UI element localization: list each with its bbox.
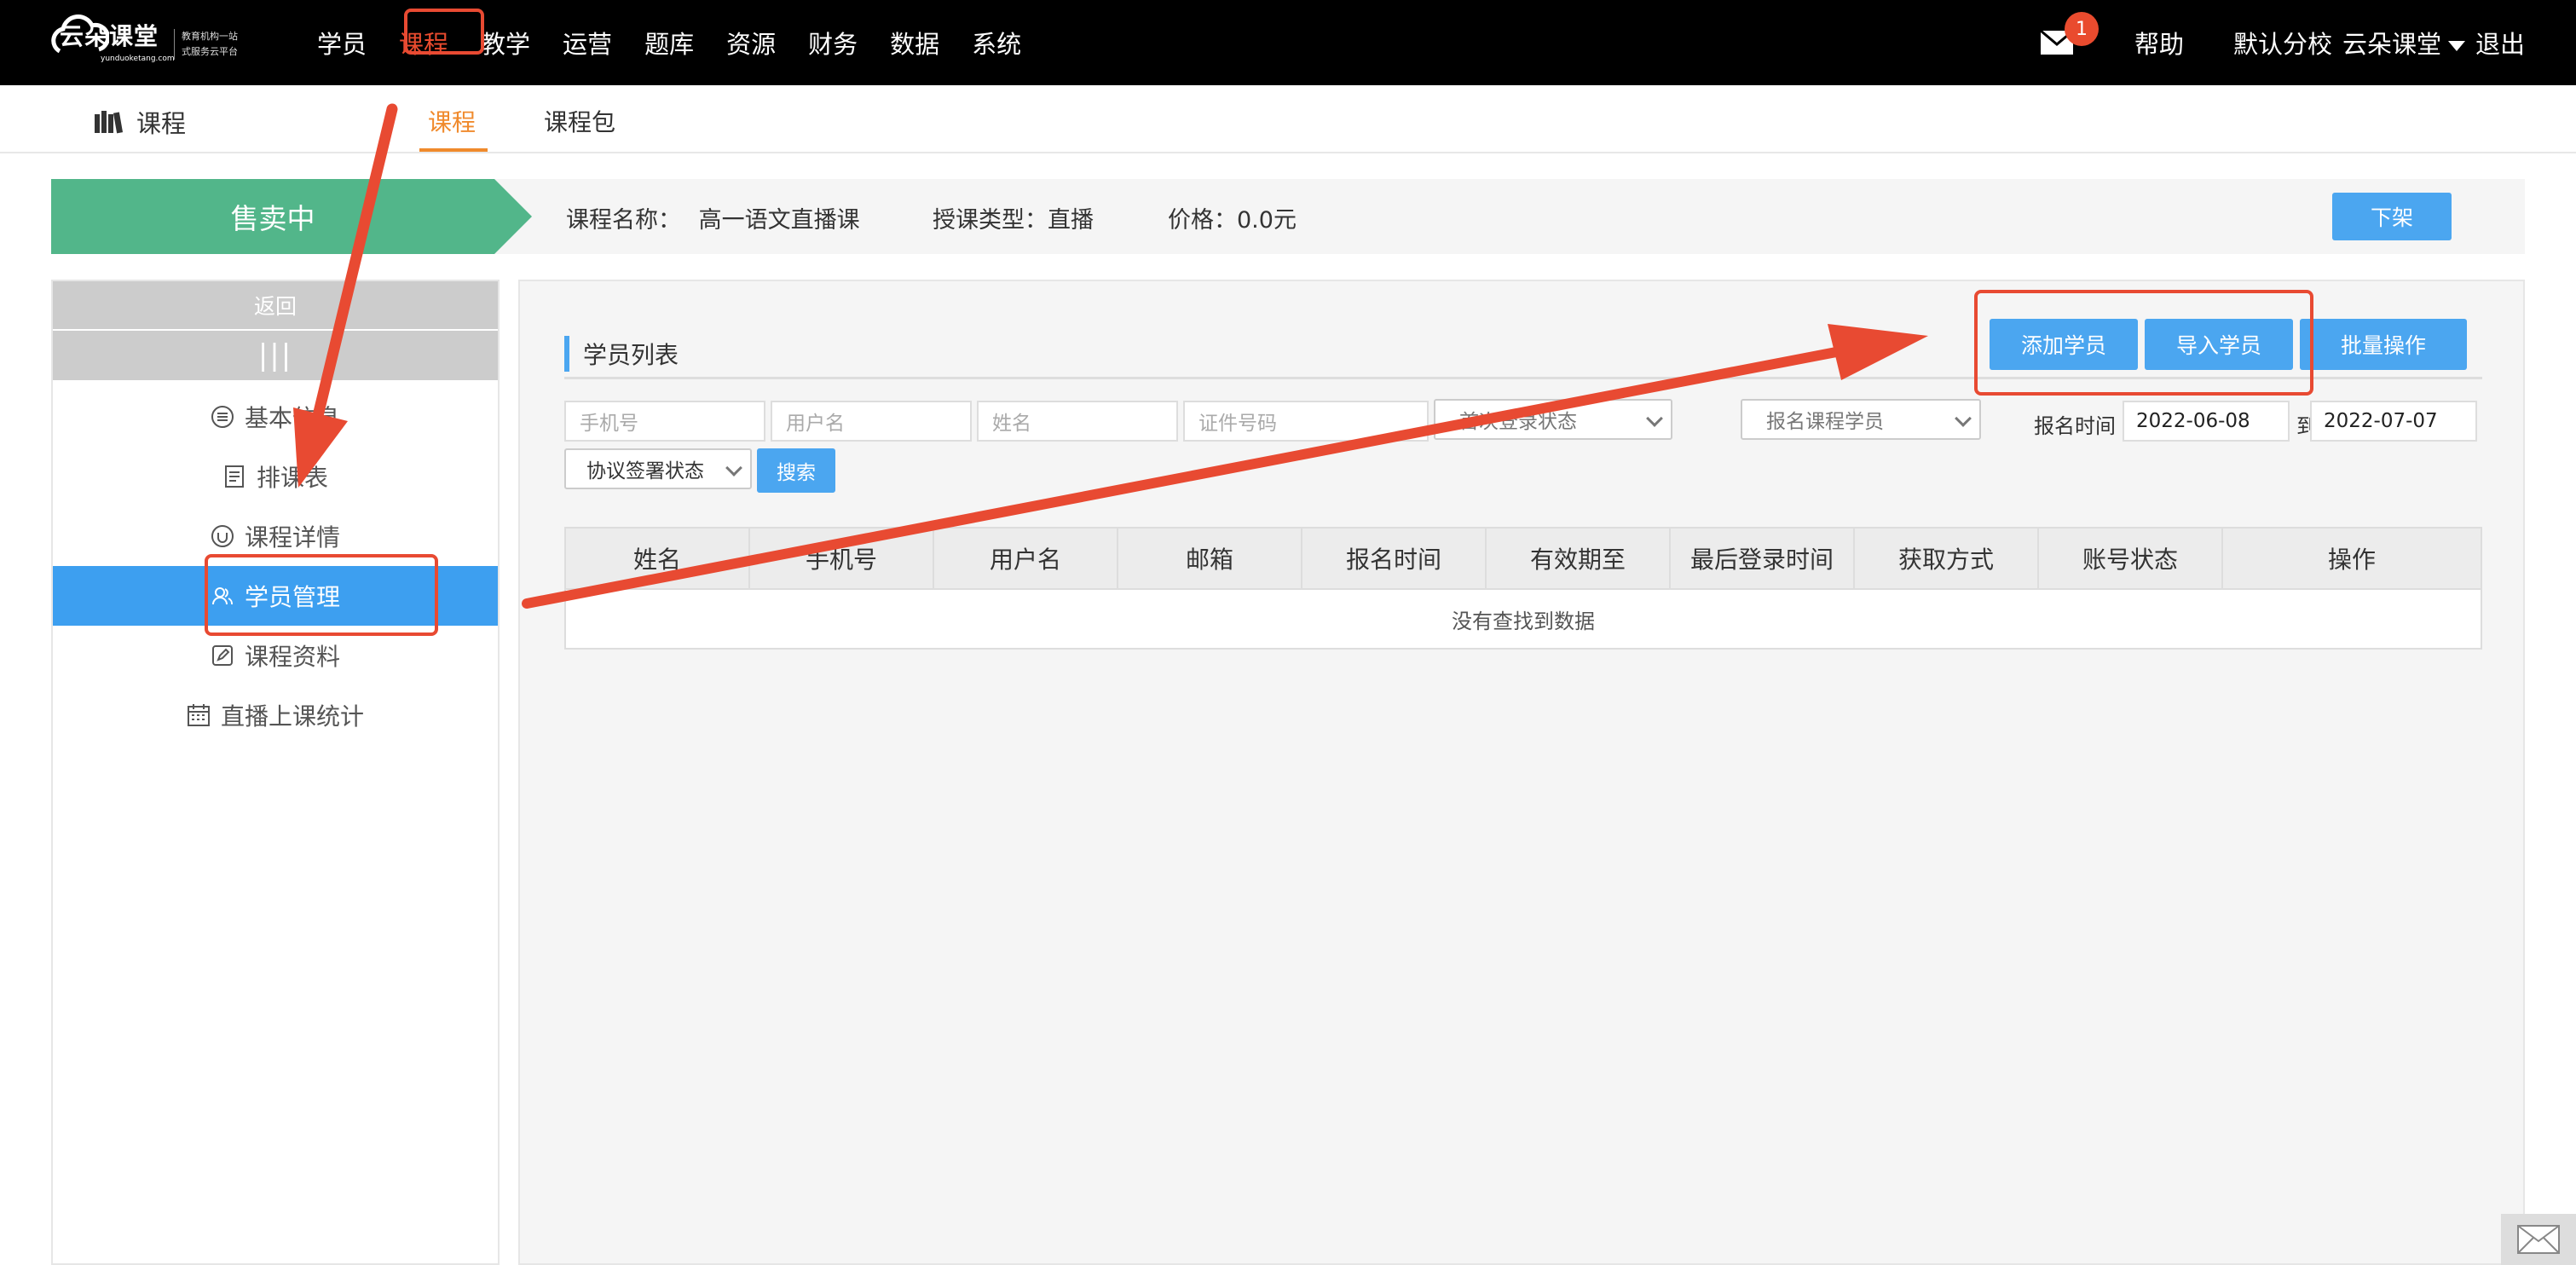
table-header: 姓名 手机号 用户名 邮箱 报名时间 有效期至 最后登录时间 获取方式 账号状态… xyxy=(566,529,2481,590)
nav-item-question-bank[interactable]: 题库 xyxy=(644,25,694,61)
school-name: 默认分校 xyxy=(2232,30,2332,59)
sidebar-item-label: 课程资料 xyxy=(244,643,340,671)
empty-table-message: 没有查找到数据 xyxy=(1452,609,1595,633)
back-button[interactable]: 返回 xyxy=(53,281,498,331)
course-sidebar: 返回 ||| 基本信息 排课表 课程详情 学员管理 课程资料 直播上课统计 xyxy=(51,280,500,1265)
logo-title: 云朵课堂 xyxy=(60,22,159,50)
batch-operations-button[interactable]: 批量操作 xyxy=(2300,319,2467,370)
top-navigation-bar: 云朵课堂 yunduoketang.com 教育机构一站 式服务云平台 学员 课… xyxy=(0,0,2576,85)
user-menu[interactable]: 云朵课堂 xyxy=(2342,25,2465,61)
user-name: 云朵课堂 xyxy=(2342,30,2441,59)
sidebar-item-label: 课程详情 xyxy=(244,523,340,552)
logo-slogan: 教育机构一站 式服务云平台 xyxy=(174,29,251,60)
date-from-input[interactable]: 2022-06-08 xyxy=(2123,401,2290,442)
phone-input[interactable]: 手机号 xyxy=(564,401,765,442)
logout-link[interactable]: 退出 xyxy=(2475,25,2525,61)
course-name-value: 高一语文直播课 xyxy=(698,207,860,234)
course-type-info: 授课类型：直播 xyxy=(933,201,1094,234)
section-title: 课程 xyxy=(94,104,186,140)
tab-course-packages[interactable]: 课程包 xyxy=(544,104,615,138)
signup-time-label: 报名时间 xyxy=(2034,414,2116,438)
column-header-username: 用户名 xyxy=(934,529,1118,588)
course-name-info: 课程名称： 高一语文直播课 xyxy=(566,201,860,234)
sidebar-item-basic-info[interactable]: 基本信息 xyxy=(53,387,498,447)
sidebar-item-live-statistics[interactable]: 直播上课统计 xyxy=(53,685,498,745)
course-name-label: 课程名称： xyxy=(566,207,681,234)
sub-navigation-bar: 课程 课程 课程包 xyxy=(0,85,2576,153)
sale-status-arrow xyxy=(494,179,532,254)
chevron-down-icon xyxy=(725,459,742,477)
course-type-label: 授课类型： xyxy=(933,207,1048,234)
help-link[interactable]: 帮助 xyxy=(2134,25,2184,61)
column-header-acquisition: 获取方式 xyxy=(1855,529,2039,588)
nav-item-data[interactable]: 数据 xyxy=(890,25,939,61)
floating-message-button[interactable] xyxy=(2501,1214,2576,1265)
date-to-input[interactable]: 2022-07-07 xyxy=(2310,401,2477,442)
document-icon xyxy=(224,465,244,488)
column-header-signup-time: 报名时间 xyxy=(1302,529,1487,588)
enrolled-course-value: 报名课程学员 xyxy=(1766,411,1884,433)
sidebar-item-label: 直播上课统计 xyxy=(220,702,364,731)
enrolled-course-select[interactable]: 报名课程学员 xyxy=(1741,399,1981,440)
price-value: 0.0元 xyxy=(1237,207,1297,234)
active-tab-underline xyxy=(419,148,488,152)
sidebar-item-label: 排课表 xyxy=(256,464,328,492)
list-circle-icon xyxy=(211,406,234,428)
column-header-account-status: 账号状态 xyxy=(2039,529,2223,588)
logo[interactable]: 云朵课堂 yunduoketang.com 教育机构一站 式服务云平台 xyxy=(49,12,245,66)
calendar-icon xyxy=(187,704,210,726)
student-list-panel: 学员列表 添加学员 导入学员 批量操作 手机号 用户名 姓名 证件号码 首次登录… xyxy=(518,280,2525,1265)
agreement-status-value: 协议签署状态 xyxy=(586,460,704,482)
logo-slogan-line-2: 式服务云平台 xyxy=(182,46,238,57)
caret-down-icon xyxy=(2447,41,2465,51)
annotation-highlight-courses-nav xyxy=(404,9,484,55)
first-login-status-value: 首次登录状态 xyxy=(1459,411,1577,433)
student-list-title: 学员列表 xyxy=(564,336,679,372)
logo-slogan-line-1: 教育机构一站 xyxy=(182,31,238,42)
agreement-status-select[interactable]: 协议签署状态 xyxy=(564,448,752,489)
collapse-sidebar-button[interactable]: ||| xyxy=(53,331,498,380)
column-header-phone: 手机号 xyxy=(750,529,934,588)
message-button[interactable]: 1 xyxy=(2039,12,2099,56)
edit-icon xyxy=(211,645,233,666)
sidebar-item-label: 基本信息 xyxy=(244,404,340,432)
search-button[interactable]: 搜索 xyxy=(757,448,835,493)
logo-domain: yunduoketang.com xyxy=(101,55,175,63)
nav-item-operations[interactable]: 运营 xyxy=(563,25,612,61)
username-input[interactable]: 用户名 xyxy=(771,401,972,442)
column-header-email: 邮箱 xyxy=(1118,529,1302,588)
sidebar-item-schedule[interactable]: 排课表 xyxy=(53,447,498,506)
tab-courses[interactable]: 课程 xyxy=(428,104,476,138)
section-title-text: 课程 xyxy=(136,109,187,138)
course-status-bar: 售卖中 课程名称： 高一语文直播课 授课类型：直播 价格：0.0元 下架 xyxy=(51,179,2525,254)
column-header-name: 姓名 xyxy=(566,529,750,588)
sale-status-badge: 售卖中 xyxy=(51,179,494,254)
column-header-valid-until: 有效期至 xyxy=(1487,529,1671,588)
mail-icon xyxy=(2517,1225,2560,1254)
price-info: 价格：0.0元 xyxy=(1168,201,1297,234)
nav-item-teaching[interactable]: 教学 xyxy=(481,25,530,61)
first-login-status-select[interactable]: 首次登录状态 xyxy=(1434,399,1672,440)
column-header-last-login: 最后登录时间 xyxy=(1671,529,1855,588)
annotation-highlight-add-import xyxy=(1974,290,2313,396)
student-table: 姓名 手机号 用户名 邮箱 报名时间 有效期至 最后登录时间 获取方式 账号状态… xyxy=(564,527,2482,650)
nav-item-students[interactable]: 学员 xyxy=(317,25,367,61)
name-input[interactable]: 姓名 xyxy=(977,401,1178,442)
face-icon xyxy=(211,525,234,547)
nav-item-resources[interactable]: 资源 xyxy=(726,25,776,61)
id-number-input[interactable]: 证件号码 xyxy=(1183,401,1429,442)
column-header-actions: 操作 xyxy=(2327,546,2376,574)
nav-item-system[interactable]: 系统 xyxy=(972,25,1021,61)
price-label: 价格： xyxy=(1168,207,1237,234)
course-type-value: 直播 xyxy=(1048,207,1094,234)
books-icon xyxy=(95,111,124,134)
chevron-down-icon xyxy=(1955,410,1972,427)
header-right: 1 帮助 默认分校 云朵课堂 退出 xyxy=(2039,0,2525,85)
message-count-badge: 1 xyxy=(2064,12,2099,46)
annotation-highlight-student-management xyxy=(205,554,438,636)
delist-button[interactable]: 下架 xyxy=(2332,193,2452,240)
chevron-down-icon xyxy=(1646,410,1663,427)
nav-item-finance[interactable]: 财务 xyxy=(808,25,858,61)
